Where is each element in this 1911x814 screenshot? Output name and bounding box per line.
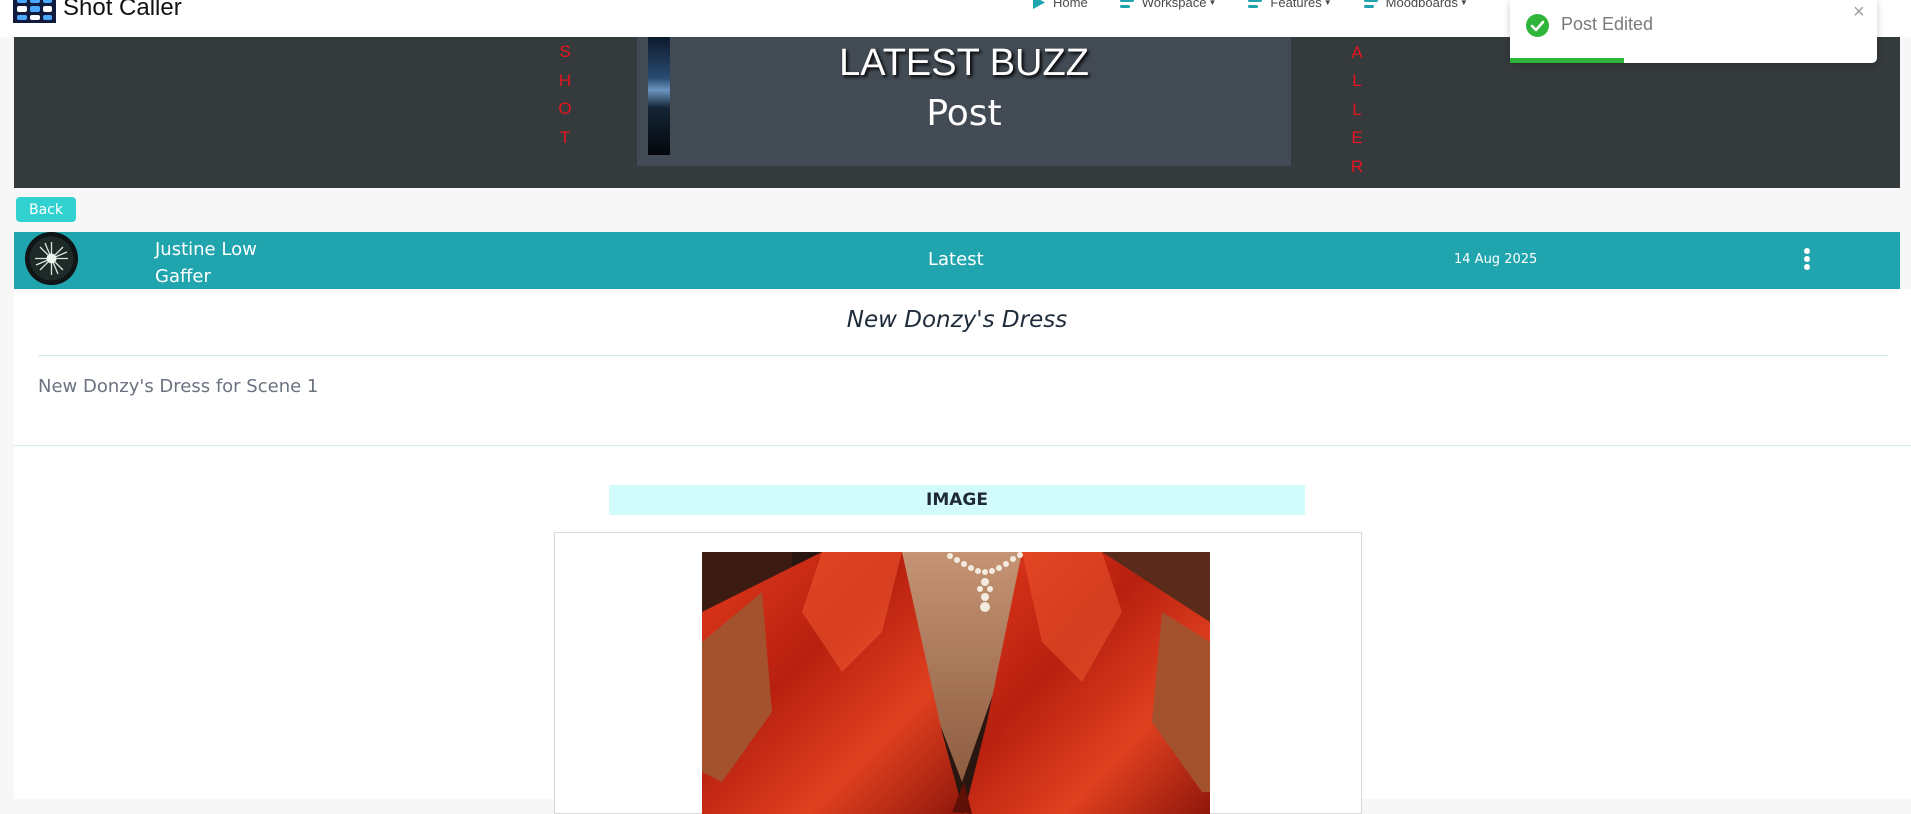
- nav-moodboards[interactable]: Moodboards ▼: [1363, 0, 1468, 10]
- post-title: New Donzy's Dress: [846, 307, 1068, 333]
- hero-right-vertical-word: C A L L E R: [1348, 14, 1368, 185]
- letter: S: [559, 42, 573, 61]
- divider: [38, 355, 1888, 356]
- letter: E: [1351, 128, 1365, 147]
- nav-moodboards-label: Moodboards: [1385, 0, 1458, 10]
- letter: L: [1352, 71, 1364, 90]
- back-button[interactable]: Back: [16, 197, 76, 222]
- caret-down-icon: ▼: [1208, 0, 1217, 7]
- play-icon: [1033, 0, 1045, 9]
- nav-links: Home Workspace ▼ Features ▼ Moodboards ▼: [1032, 0, 1500, 10]
- letter: L: [1352, 99, 1364, 119]
- image-frame: [554, 532, 1362, 814]
- post-content: New Donzy's Dress New Donzy's Dress for …: [14, 289, 1911, 814]
- hero-card: LATEST BUZZ Post: [637, 37, 1291, 166]
- menu-lines-icon: [1363, 0, 1378, 8]
- toast-progress-fill: [1510, 58, 1624, 63]
- toast-progress-bar: [1510, 58, 1877, 63]
- close-icon[interactable]: ×: [1853, 1, 1865, 24]
- avatar-image: [25, 232, 78, 285]
- letter: H: [558, 70, 574, 90]
- letter: T: [559, 127, 573, 147]
- nav-home[interactable]: Home: [1032, 0, 1088, 10]
- post-date: 14 Aug 2025: [1454, 252, 1538, 267]
- post-category: Latest: [928, 249, 984, 270]
- check-circle-icon: [1526, 14, 1549, 37]
- post-header-bar: Justine Low Gaffer Latest 14 Aug 2025: [14, 232, 1900, 289]
- nav-home-label: Home: [1053, 0, 1088, 10]
- letter: O: [558, 99, 574, 118]
- more-options-icon[interactable]: [1802, 248, 1812, 270]
- hero-title: LATEST BUZZ: [839, 42, 1089, 84]
- avatar[interactable]: [25, 232, 78, 285]
- letter: R: [1350, 156, 1366, 176]
- brand[interactable]: Shot Caller: [13, 0, 182, 23]
- author-role: Gaffer: [155, 266, 211, 287]
- nav-workspace[interactable]: Workspace ▼: [1119, 0, 1217, 10]
- hero-left-vertical-word: S H O T: [556, 42, 576, 156]
- toast-notification: Post Edited ×: [1510, 0, 1877, 63]
- nav-workspace-label: Workspace: [1141, 0, 1207, 10]
- post-body: New Donzy's Dress for Scene 1: [38, 376, 319, 397]
- image-section-label: IMAGE: [609, 485, 1305, 515]
- divider: [14, 445, 1911, 446]
- menu-lines-icon: [1248, 0, 1263, 8]
- toast-message: Post Edited: [1561, 14, 1654, 34]
- menu-lines-icon: [1119, 0, 1134, 8]
- app-name: Shot Caller: [63, 0, 182, 21]
- nav-features-label: Features: [1270, 0, 1322, 10]
- post-image[interactable]: [702, 552, 1210, 814]
- author-name[interactable]: Justine Low: [155, 235, 257, 264]
- letter: A: [1351, 42, 1365, 62]
- dress-photo: [702, 552, 1210, 814]
- hero-subtitle: Post: [926, 93, 1002, 134]
- nav-features[interactable]: Features ▼: [1248, 0, 1332, 10]
- caret-down-icon: ▼: [1459, 0, 1468, 7]
- caret-down-icon: ▼: [1323, 0, 1332, 7]
- logo-icon: [13, 0, 56, 23]
